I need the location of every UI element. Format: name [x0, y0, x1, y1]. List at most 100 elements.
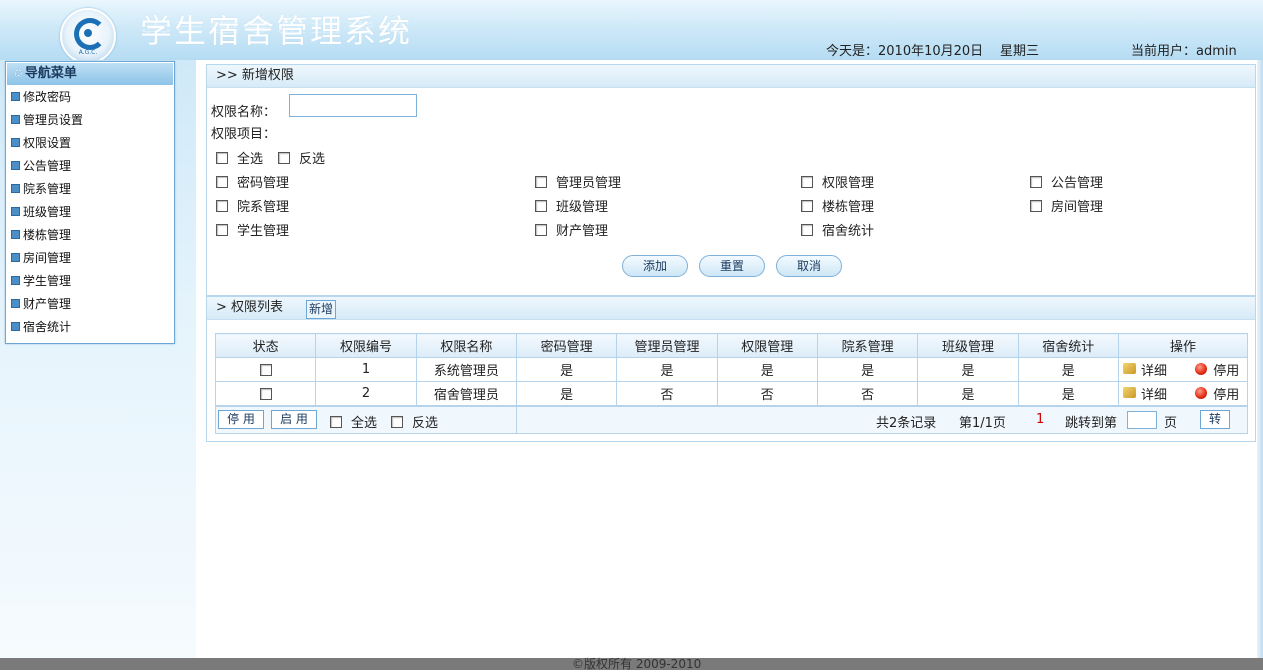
perm-checkbox[interactable]	[535, 199, 547, 212]
sidebar-item-rooms[interactable]: 房间管理	[6, 247, 174, 270]
page-link[interactable]: 1	[1036, 412, 1044, 427]
page-indicator: 第1/1页	[959, 416, 1006, 431]
bullet-square-icon	[11, 299, 20, 308]
current-user: 当前用户：admin	[1131, 44, 1237, 59]
perm-label: 公告管理	[1051, 176, 1104, 191]
stop-icon	[1195, 362, 1208, 375]
perm-checkbox[interactable]	[535, 175, 547, 188]
column-header: 操作	[1117, 333, 1249, 358]
class-cell: 是	[917, 357, 1019, 382]
sidebar-item-label: 管理员设置	[23, 113, 84, 127]
disable-link[interactable]: 停用	[1195, 362, 1239, 379]
class-cell: 是	[917, 381, 1019, 406]
detail-link[interactable]: 详细	[1122, 363, 1167, 379]
perm-option-room[interactable]: 房间管理	[1030, 196, 1103, 215]
perm-checkbox[interactable]	[1030, 199, 1042, 212]
perm-option-admin[interactable]: 管理员管理	[535, 172, 621, 191]
invert-checkbox[interactable]	[278, 151, 290, 164]
perm-checkbox[interactable]	[535, 223, 547, 236]
star-icon: ✩	[13, 66, 24, 81]
stat-cell: 是	[1017, 381, 1119, 406]
sidebar-item-label: 班级管理	[23, 205, 72, 219]
sidebar-item-label: 院系管理	[23, 182, 72, 196]
perm-label: 宿舍统计	[822, 224, 875, 239]
footer-divider	[516, 407, 517, 433]
sidebar-item-buildings[interactable]: 楼栋管理	[6, 224, 174, 247]
perm-checkbox[interactable]	[801, 199, 813, 212]
status-cell	[214, 357, 317, 382]
sidebar-item-announcements[interactable]: 公告管理	[6, 155, 174, 178]
record-count: 共2条记录	[876, 416, 937, 431]
reset-button[interactable]: 重置	[699, 255, 765, 277]
jump-label: 跳转到第	[1065, 416, 1118, 431]
column-header: 状态	[214, 333, 317, 358]
action-cell: 详细 停用	[1117, 357, 1249, 382]
perm-option-student[interactable]: 学生管理	[216, 220, 289, 239]
perm-option-dorm-stat[interactable]: 宿舍统计	[801, 220, 874, 239]
list-select-all-checkbox[interactable]	[330, 415, 342, 428]
sidebar-item-admin-settings[interactable]: 管理员设置	[6, 109, 174, 132]
row-checkbox[interactable]	[259, 363, 272, 376]
sidebar-item-dorm-statistics[interactable]: 宿舍统计	[6, 316, 174, 339]
select-all-checkbox[interactable]	[216, 151, 228, 164]
perm-option-building[interactable]: 楼栋管理	[801, 196, 874, 215]
sidebar-item-label: 宿舍统计	[23, 320, 72, 334]
sidebar-item-change-password[interactable]: 修改密码	[6, 86, 174, 109]
bullet-square-icon	[11, 276, 20, 285]
sidebar-item-label: 楼栋管理	[23, 228, 72, 242]
perm-cell: 是	[716, 357, 818, 382]
detail-link[interactable]: 详细	[1122, 387, 1167, 403]
disable-link[interactable]: 停用	[1195, 386, 1240, 403]
perm-option-property[interactable]: 财产管理	[535, 220, 608, 239]
go-button[interactable]: 转	[1200, 410, 1230, 429]
perm-label: 财产管理	[556, 224, 609, 239]
list-invert-option[interactable]: 反选	[391, 412, 438, 431]
sidebar-item-classes[interactable]: 班级管理	[6, 201, 174, 224]
sidebar-item-property[interactable]: 财产管理	[6, 293, 174, 316]
perm-option-announcement[interactable]: 公告管理	[1030, 172, 1103, 191]
perm-option-password[interactable]: 密码管理	[216, 172, 289, 191]
list-select-all-option[interactable]: 全选	[330, 412, 377, 431]
dept-cell: 是	[816, 357, 919, 382]
school-logo: A.G.C.	[60, 8, 116, 64]
disable-label: 停用	[1213, 388, 1240, 403]
bulk-enable-button[interactable]: 启 用	[271, 410, 317, 429]
permission-items-label: 权限项目：	[211, 127, 277, 142]
perm-option-permission[interactable]: 权限管理	[801, 172, 874, 191]
bulk-disable-button[interactable]: 停 用	[218, 410, 264, 429]
bullet-square-icon	[11, 230, 20, 239]
row-checkbox[interactable]	[259, 387, 272, 400]
bullet-square-icon	[11, 92, 20, 101]
add-button[interactable]: 添加	[622, 255, 688, 277]
sidebar-item-label: 房间管理	[23, 251, 72, 265]
perm-checkbox[interactable]	[216, 199, 228, 212]
perm-option-department[interactable]: 院系管理	[216, 196, 289, 215]
add-permission-panel: >> 新增权限 权限名称： 权限项目： 全选 反选 密码管理 管理员管理 权限管…	[206, 64, 1256, 296]
column-header: 院系管理	[816, 333, 919, 358]
new-permission-button[interactable]: 新增	[306, 300, 337, 319]
select-all-option[interactable]: 全选	[216, 148, 263, 167]
perm-option-class[interactable]: 班级管理	[535, 196, 608, 215]
sidebar-item-permission-settings[interactable]: 权限设置	[6, 132, 174, 155]
sidebar-item-label: 财产管理	[23, 297, 72, 311]
sidebar-item-departments[interactable]: 院系管理	[6, 178, 174, 201]
sidebar-item-students[interactable]: 学生管理	[6, 270, 174, 293]
invert-option[interactable]: 反选	[278, 148, 325, 167]
folder-edit-icon	[1122, 363, 1136, 374]
folder-edit-icon	[1122, 387, 1136, 398]
perm-checkbox[interactable]	[801, 223, 813, 236]
nav-menu: ✩导航菜单 修改密码 管理员设置 权限设置 公告管理 院系管理 班级管理 楼栋管…	[5, 61, 175, 344]
nav-menu-title-label: 导航菜单	[24, 66, 77, 81]
list-invert-checkbox[interactable]	[391, 415, 403, 428]
permission-name-label: 权限名称：	[211, 105, 277, 120]
jump-page-input[interactable]	[1127, 411, 1157, 429]
perm-checkbox[interactable]	[216, 223, 228, 236]
permission-name-input[interactable]	[289, 94, 417, 117]
perm-checkbox[interactable]	[1030, 175, 1042, 188]
cancel-button[interactable]: 取消	[776, 255, 842, 277]
perm-label: 管理员管理	[556, 176, 622, 191]
perm-checkbox[interactable]	[216, 175, 228, 188]
perm-checkbox[interactable]	[801, 175, 813, 188]
add-permission-title: >> 新增权限	[207, 65, 1255, 88]
bullet-square-icon	[11, 322, 20, 331]
